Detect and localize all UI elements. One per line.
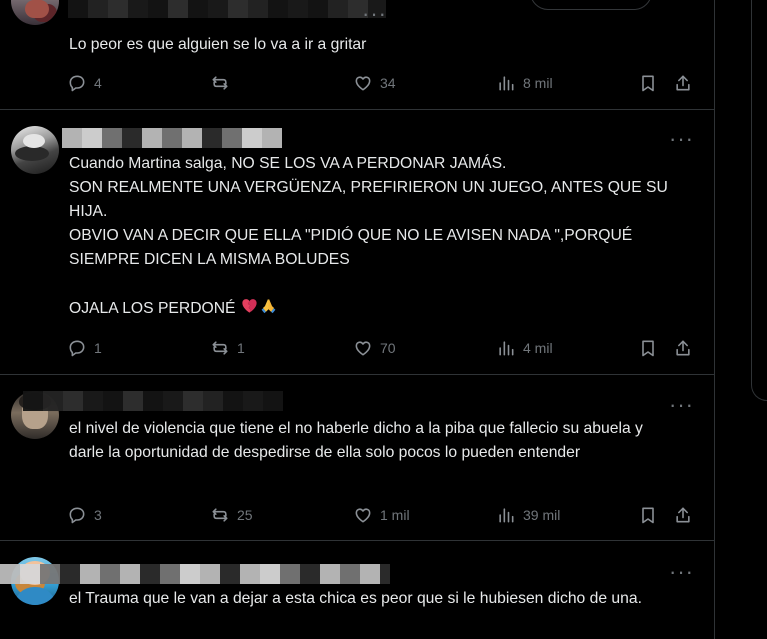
broken-heart-icon — [242, 299, 257, 313]
more-icon[interactable]: ··· — [362, 3, 386, 28]
right-panel-edge — [751, 0, 767, 401]
heart-icon — [355, 341, 371, 356]
share-icon — [676, 507, 690, 523]
bookmark-button[interactable] — [638, 71, 658, 95]
praying-hands-icon — [261, 299, 276, 314]
repost-button[interactable] — [210, 71, 245, 95]
like-count: 70 — [380, 340, 396, 356]
repost-icon — [212, 76, 228, 90]
reply-count: 3 — [94, 507, 102, 523]
reply-button[interactable]: 3 — [67, 503, 102, 527]
social-feed-screenshot: ··· Lo peor es que alguien se lo va a ir… — [0, 0, 767, 639]
reply-icon — [69, 340, 85, 357]
reply-post-3[interactable]: ··· el nivel de violencia que tiene el n… — [0, 375, 714, 541]
post-actions: 3 25 1 mil 39 mil — [67, 503, 695, 527]
like-button[interactable]: 70 — [353, 336, 396, 360]
share-icon — [676, 75, 690, 91]
post-text-content: Cuando Martina salga, NO SE LOS VA A PER… — [69, 155, 668, 317]
like-button[interactable]: 34 — [353, 71, 396, 95]
like-count: 34 — [380, 75, 396, 91]
heart-icon — [355, 508, 371, 523]
repost-button[interactable]: 25 — [210, 503, 253, 527]
reply-button[interactable]: 1 — [67, 336, 102, 360]
post-text: Cuando Martina salga, NO SE LOS VA A PER… — [69, 152, 680, 321]
share-icon — [676, 340, 690, 356]
repost-count: 1 — [237, 340, 245, 356]
views-button[interactable]: 4 mil — [496, 336, 553, 360]
more-icon[interactable]: ··· — [669, 561, 693, 586]
post-text: el nivel de violencia que tiene el no ha… — [69, 420, 648, 461]
bookmark-icon — [642, 75, 654, 92]
reply-count: 4 — [94, 75, 102, 91]
reply-post-4[interactable]: ··· el Trauma que le van a dejar a esta … — [0, 541, 714, 639]
like-button[interactable]: 1 mil — [353, 503, 410, 527]
like-count: 1 mil — [380, 507, 410, 523]
reply-button[interactable]: 4 — [67, 71, 102, 95]
reply-post-2[interactable]: ··· Cuando Martina salga, NO SE LOS VA A… — [0, 110, 714, 375]
bookmark-icon — [642, 340, 654, 357]
views-icon — [499, 508, 514, 523]
share-button[interactable] — [673, 503, 693, 527]
post-actions: 4 34 8 mil — [67, 71, 695, 95]
views-icon — [499, 76, 514, 91]
view-count: 39 mil — [523, 507, 561, 523]
views-icon — [499, 341, 514, 356]
view-count: 4 mil — [523, 340, 553, 356]
views-button[interactable]: 8 mil — [496, 71, 553, 95]
user-avatar[interactable] — [11, 0, 59, 25]
redacted-user-name — [23, 391, 283, 411]
repost-button[interactable]: 1 — [210, 336, 245, 360]
user-avatar[interactable] — [11, 126, 59, 174]
reply-icon — [69, 75, 85, 92]
reply-icon — [69, 507, 85, 524]
reply-post-1[interactable]: ··· Lo peor es que alguien se lo va a ir… — [0, 0, 714, 110]
post-text: el Trauma que le van a dejar a esta chic… — [69, 590, 642, 607]
bookmark-button[interactable] — [638, 503, 658, 527]
repost-icon — [212, 508, 228, 522]
redacted-user-name — [0, 564, 390, 584]
share-button[interactable] — [673, 71, 693, 95]
redacted-user-name — [68, 0, 386, 18]
reply-timeline: ··· Lo peor es que alguien se lo va a ir… — [0, 0, 715, 639]
bookmark-button[interactable] — [638, 336, 658, 360]
post-actions: 1 1 70 4 mil — [67, 336, 695, 360]
right-side-panel — [715, 0, 767, 639]
more-icon[interactable]: ··· — [669, 128, 693, 153]
bookmark-icon — [642, 507, 654, 524]
reply-count: 1 — [94, 340, 102, 356]
repost-icon — [212, 341, 228, 355]
repost-count: 25 — [237, 507, 253, 523]
share-button[interactable] — [673, 336, 693, 360]
views-button[interactable]: 39 mil — [496, 503, 560, 527]
redacted-user-name — [62, 128, 282, 148]
view-count: 8 mil — [523, 75, 553, 91]
post-text: Lo peor es que alguien se lo va a ir a g… — [69, 36, 367, 53]
heart-icon — [355, 76, 371, 91]
